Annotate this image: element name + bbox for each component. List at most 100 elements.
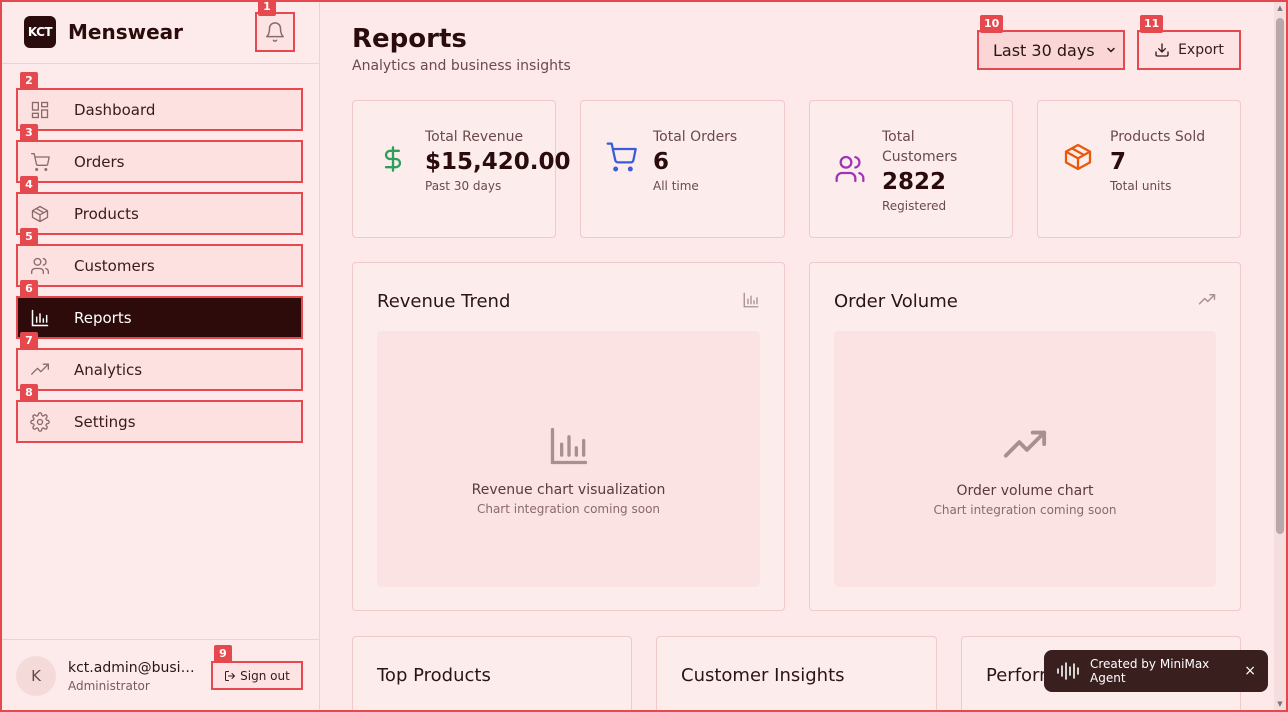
sidebar-item-label: Orders xyxy=(74,152,125,171)
annotation-badge: 5 xyxy=(20,228,38,246)
chart-placeholder: Revenue chart visualization Chart integr… xyxy=(377,331,760,587)
date-range-value: Last 30 days xyxy=(993,40,1095,60)
stat-label: Total Customers xyxy=(882,129,958,165)
annotation-badge: 9 xyxy=(214,645,232,663)
annotation-badge: 3 xyxy=(20,124,38,142)
dollar-icon xyxy=(377,141,409,177)
card-title: Top Products xyxy=(377,665,491,686)
user-email: kct.admin@business.com xyxy=(68,659,200,676)
annotation-badge: 10 xyxy=(980,15,1004,33)
trending-up-icon xyxy=(1198,291,1216,309)
sidebar-item-label: Products xyxy=(74,204,139,223)
bar-chart-icon xyxy=(28,306,52,330)
annotation-badge: 7 xyxy=(20,332,38,350)
sidebar-item-label: Analytics xyxy=(74,360,143,379)
bar-chart-icon xyxy=(742,291,760,309)
notifications-button[interactable] xyxy=(255,12,295,52)
toast-text: Created by MiniMax Agent xyxy=(1090,657,1210,685)
date-range-select[interactable]: Last 30 days xyxy=(977,30,1125,70)
sidebar-item-customers[interactable]: Customers xyxy=(16,244,303,287)
sidebar-item-orders[interactable]: Orders xyxy=(16,140,303,183)
main-content: Reports Analytics and business insights … xyxy=(320,0,1272,712)
chart-placeholder-text: Revenue chart visualization xyxy=(471,482,666,498)
scroll-thumb[interactable] xyxy=(1276,18,1284,534)
stat-label: Total Orders xyxy=(653,129,738,145)
sidebar-item-reports[interactable]: Reports xyxy=(16,296,303,339)
cart-icon xyxy=(605,139,637,175)
stat-note: Past 30 days xyxy=(425,179,502,193)
stat-note: Total units xyxy=(1110,179,1172,193)
card-title: Order Volume xyxy=(834,291,958,312)
stat-label: Products Sold xyxy=(1110,129,1206,145)
export-button[interactable]: Export xyxy=(1137,30,1241,70)
stat-value: 6 xyxy=(653,149,670,175)
cart-icon xyxy=(28,150,52,174)
card-title: Customer Insights xyxy=(681,665,845,686)
chevron-down-icon xyxy=(1107,47,1115,53)
page-title: Reports xyxy=(352,24,467,54)
chart-placeholder-note: Chart integration coming soon xyxy=(933,503,1117,517)
sidebar-item-dashboard[interactable]: Dashboard xyxy=(16,88,303,131)
chart-placeholder-note: Chart integration coming soon xyxy=(476,502,661,516)
sidebar-item-settings[interactable]: Settings xyxy=(16,400,303,443)
gear-icon xyxy=(28,410,52,434)
stat-value: 7 xyxy=(1110,149,1127,175)
customer-insights-card: Customer Insights xyxy=(656,636,937,712)
user-info: kct.admin@business.com Administrator xyxy=(68,660,200,693)
minimax-toast: Created by MiniMax Agent × xyxy=(1044,650,1268,692)
download-icon xyxy=(1154,42,1170,58)
dashboard-icon xyxy=(28,98,52,122)
users-icon xyxy=(834,151,866,187)
stat-card-products-sold: Products Sold 7 Total units xyxy=(1037,100,1241,238)
stat-card-revenue: Total Revenue $15,420.00 Past 30 days xyxy=(352,100,571,238)
annotation-badge: 8 xyxy=(20,384,38,402)
users-icon xyxy=(28,254,52,278)
order-volume-card: Order Volume Order volume chart Chart in… xyxy=(809,262,1241,611)
scrollbar[interactable]: ▲ ▼ xyxy=(1274,2,1286,710)
user-panel: K kct.admin@business.com Administrator 9… xyxy=(0,639,319,712)
stat-value: 2822 xyxy=(882,169,947,195)
logout-icon xyxy=(224,670,236,682)
brand-logo: KCT xyxy=(24,15,56,48)
scroll-up-icon[interactable]: ▲ xyxy=(1276,4,1284,12)
annotation-badge: 4 xyxy=(20,176,38,194)
box-icon xyxy=(1062,139,1094,175)
stat-value: $15,420.00 xyxy=(425,149,571,175)
stat-label: Total Revenue xyxy=(425,129,524,145)
card-title: Revenue Trend xyxy=(377,291,511,312)
annotation-badge: 1 xyxy=(258,0,276,16)
sidebar-item-analytics[interactable]: Analytics xyxy=(16,348,303,391)
stat-note: Registered xyxy=(882,199,947,213)
sidebar-item-products[interactable]: Products xyxy=(16,192,303,235)
sidebar: KCT Menswear 1 2 Dashboard 3 Orders 4 Pr… xyxy=(0,0,320,712)
annotation-badge: 2 xyxy=(20,72,38,90)
trending-up-icon xyxy=(28,358,52,382)
top-products-card: Top Products xyxy=(352,636,632,712)
close-icon[interactable]: × xyxy=(1244,663,1256,679)
waveform-icon xyxy=(1056,661,1082,681)
stat-card-orders: Total Orders 6 All time xyxy=(580,100,785,238)
avatar: K xyxy=(16,656,56,696)
revenue-trend-card: Revenue Trend Revenue chart visualizatio… xyxy=(352,262,785,611)
box-icon xyxy=(28,202,52,226)
annotation-badge: 6 xyxy=(20,280,38,298)
sign-out-label: Sign out xyxy=(240,668,290,683)
stat-card-customers: Total Customers 2822 Registered xyxy=(809,100,1013,238)
sidebar-item-label: Reports xyxy=(74,308,132,327)
chart-placeholder: Order volume chart Chart integration com… xyxy=(834,331,1216,587)
chart-placeholder-text: Order volume chart xyxy=(956,483,1094,499)
sidebar-item-label: Settings xyxy=(74,412,136,431)
trending-up-icon xyxy=(1002,423,1048,469)
sidebar-item-label: Dashboard xyxy=(74,100,156,119)
bar-chart-icon xyxy=(547,424,591,468)
brand-name: Menswear xyxy=(68,19,184,44)
sign-out-button[interactable]: Sign out xyxy=(211,661,303,690)
annotation-badge: 11 xyxy=(1140,15,1164,33)
sidebar-item-label: Customers xyxy=(74,256,155,275)
stat-note: All time xyxy=(653,179,699,193)
export-label: Export xyxy=(1178,42,1224,58)
scroll-down-icon[interactable]: ▼ xyxy=(1276,700,1284,708)
page-subtitle: Analytics and business insights xyxy=(352,58,571,74)
bell-icon xyxy=(266,22,284,42)
user-role: Administrator xyxy=(68,678,150,693)
